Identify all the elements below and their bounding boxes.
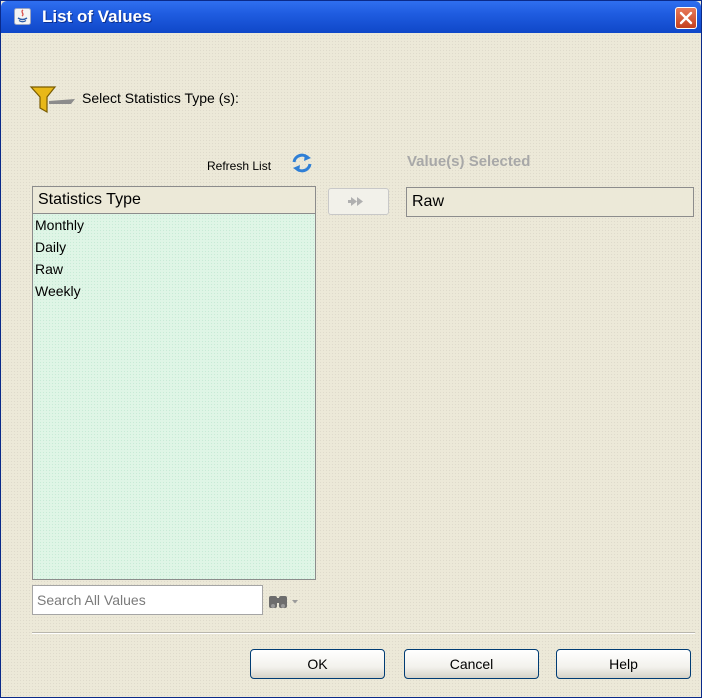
refresh-icon[interactable] [290,152,314,174]
selected-values-list: Raw [406,187,694,217]
list-item[interactable]: Raw [33,258,315,280]
list-item[interactable]: Monthly [33,214,315,236]
binoculars-icon [269,596,287,608]
list-item[interactable]: Daily [33,236,315,258]
selected-item[interactable]: Raw [412,193,444,211]
window-title: List of Values [42,7,152,26]
close-icon [679,11,693,25]
double-arrow-right-icon [348,197,363,206]
close-button[interactable] [675,7,697,29]
cancel-button[interactable]: Cancel [404,649,539,679]
prompt-label: Select Statistics Type (s): [82,90,239,106]
refresh-list-label[interactable]: Refresh List [207,159,271,173]
search-input[interactable] [32,585,263,615]
list-of-values-dialog: List of Values Select Statistics Type (s… [0,0,702,698]
title-bar[interactable]: List of Values [1,1,701,33]
filter-funnel-icon [29,85,77,115]
separator [32,632,695,634]
chevron-down-icon [292,600,298,604]
java-app-icon [14,8,31,25]
ok-button[interactable]: OK [250,649,385,679]
help-button[interactable]: Help [556,649,691,679]
find-button[interactable] [267,591,311,611]
list-item[interactable]: Weekly [33,280,315,302]
list-column-header: Statistics Type [33,187,315,214]
selected-values-heading: Value(s) Selected [407,153,531,170]
available-values-list: Statistics Type Monthly Daily Raw Weekly [32,186,316,580]
move-to-selected-button[interactable] [328,188,389,215]
